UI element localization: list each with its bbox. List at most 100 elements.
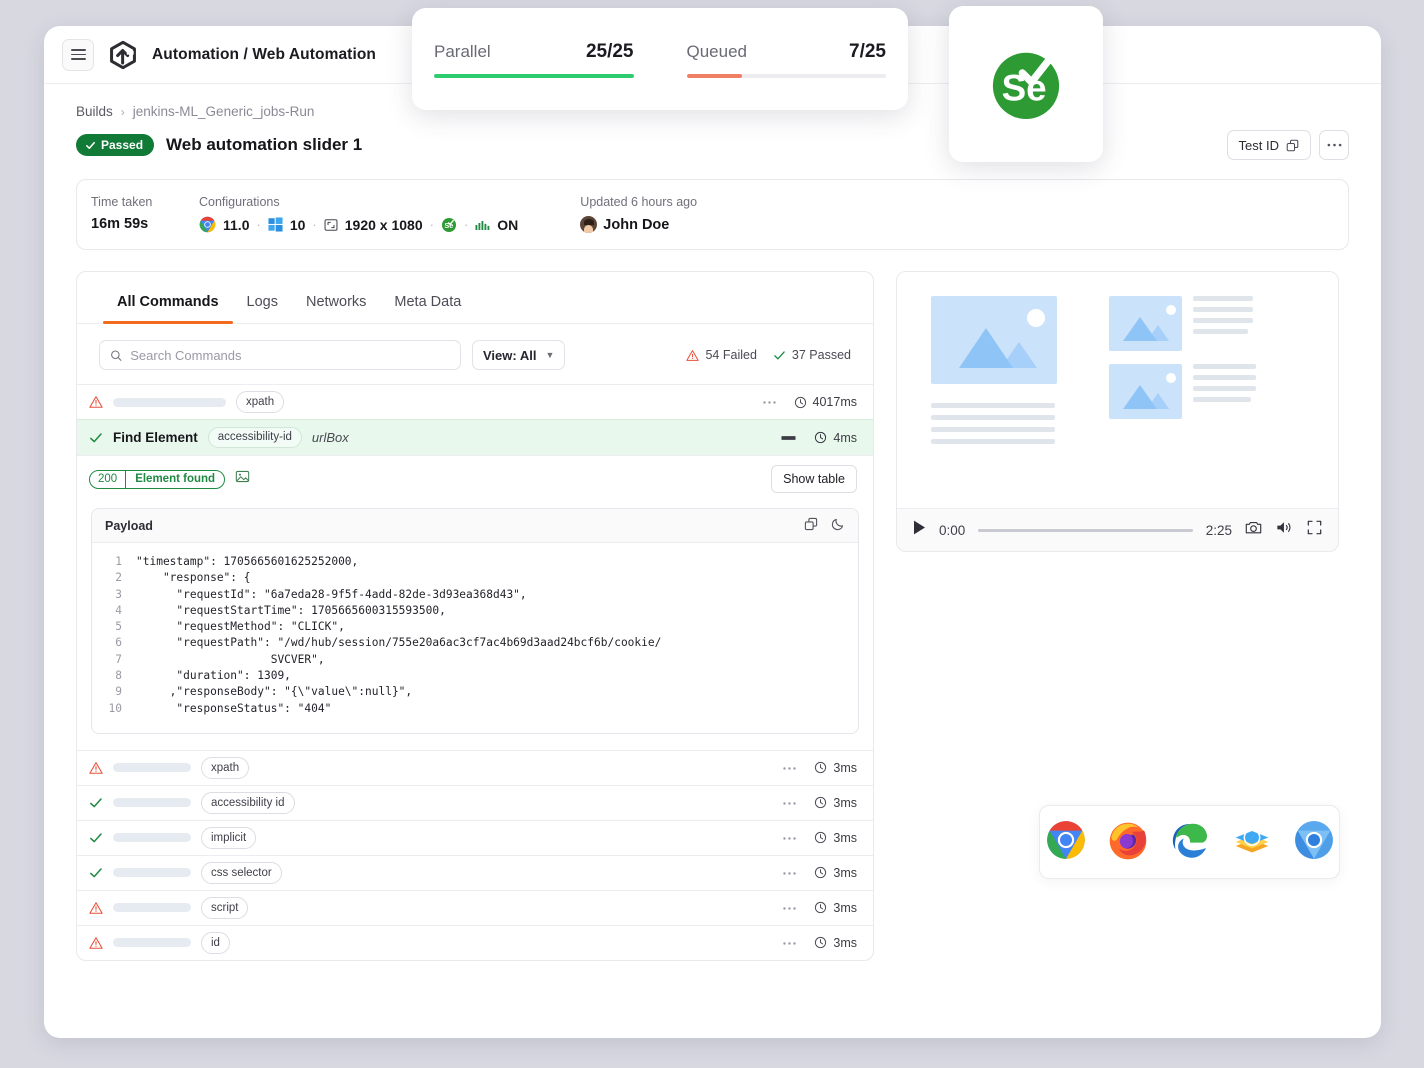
video-panel: 0:00 2:25: [896, 271, 1339, 552]
placeholder-image-small: [1109, 296, 1182, 351]
configurations-label: Configurations: [199, 195, 518, 209]
screen-root: Automation / Web Automation Builds › jen…: [0, 0, 1424, 1068]
line-number: 3: [92, 587, 136, 603]
payload-section: Payload: [77, 502, 873, 750]
search-commands-box[interactable]: [99, 340, 461, 370]
copy-icon: [1286, 139, 1299, 152]
placeholder-image-large: [931, 296, 1057, 384]
windows-icon: [268, 217, 283, 232]
preview-right-column: [1109, 296, 1256, 444]
command-name-placeholder: [113, 868, 191, 877]
updated-label: Updated 6 hours ago: [580, 195, 697, 209]
code-text: ,"responseBody": "{\"value\":null}",: [136, 684, 412, 700]
code-text: "response": {: [136, 570, 251, 586]
row-duration: 3ms: [814, 901, 857, 915]
placeholder-text-line: [931, 427, 1055, 432]
failed-count-label: 54 Failed: [705, 348, 756, 362]
check-icon: [89, 831, 103, 845]
command-name-placeholder: [113, 938, 191, 947]
test-id-button[interactable]: Test ID: [1227, 130, 1311, 160]
table-row[interactable]: script 3ms: [77, 890, 873, 925]
payload-code: 1"timestamp": 1705665601625252000, 2 "re…: [92, 543, 858, 733]
clock-icon: [814, 866, 827, 879]
locator-chip: xpath: [201, 757, 249, 778]
config-chrome-version: 11.0: [223, 217, 249, 233]
row-more-icon[interactable]: [783, 941, 796, 945]
line-number: 1: [92, 554, 136, 570]
tab-all-commands[interactable]: All Commands: [103, 284, 233, 323]
placeholder-text-block: [1193, 364, 1256, 402]
config-separator: ·: [256, 217, 260, 232]
table-row[interactable]: accessibility id3ms: [77, 785, 873, 820]
commands-panel: All Commands Logs Networks Meta Data: [76, 271, 874, 961]
hamburger-menu-icon[interactable]: [62, 39, 94, 71]
title-actions: Test ID: [1227, 130, 1349, 160]
table-row[interactable]: implicit3ms: [77, 820, 873, 855]
row-more-icon[interactable]: [783, 801, 796, 805]
line-number: 7: [92, 652, 136, 668]
fullscreen-icon[interactable]: [1307, 520, 1322, 540]
locator-chip: css selector: [201, 862, 282, 883]
selenium-logo-card: Se: [949, 6, 1103, 162]
warning-icon: [89, 936, 103, 950]
tab-meta-data[interactable]: Meta Data: [380, 284, 475, 323]
locator-chip: script: [201, 897, 248, 918]
video-preview[interactable]: [897, 272, 1338, 508]
row-actions: 3ms: [783, 901, 857, 915]
row-more-icon[interactable]: [781, 435, 796, 441]
table-row[interactable]: id3ms: [77, 925, 873, 960]
breadcrumb-current[interactable]: jenkins-ML_Generic_jobs-Run: [133, 104, 315, 119]
command-name-placeholder: [113, 833, 191, 842]
config-os-version: 10: [290, 217, 306, 233]
show-table-button[interactable]: Show table: [771, 465, 857, 493]
network-icon: [475, 218, 490, 232]
tab-networks[interactable]: Networks: [292, 284, 380, 323]
screenshot-icon[interactable]: [235, 469, 250, 489]
video-progress-slider[interactable]: [978, 529, 1192, 532]
preview-left-column: [931, 296, 1057, 444]
video-action-icons: [1245, 520, 1322, 540]
breadcrumb-builds[interactable]: Builds: [76, 104, 113, 119]
row-duration: 3ms: [814, 936, 857, 950]
moon-icon[interactable]: [831, 517, 845, 534]
line-number: 5: [92, 619, 136, 635]
volume-icon[interactable]: [1276, 520, 1293, 540]
breadcrumb-separator-icon: ›: [121, 105, 125, 119]
tab-logs[interactable]: Logs: [233, 284, 292, 323]
more-options-button[interactable]: [1319, 130, 1349, 160]
app-window: Automation / Web Automation Builds › jen…: [44, 26, 1381, 1038]
clock-icon: [814, 796, 827, 809]
user-name: John Doe: [603, 217, 669, 233]
view-filter-label: View: All: [483, 348, 536, 363]
payload-header: Payload: [92, 509, 858, 543]
row-more-icon[interactable]: [783, 871, 796, 875]
commands-toolbar: View: All ▼ 54 Failed: [77, 324, 873, 384]
payload-title: Payload: [105, 519, 153, 533]
duration-label: 4017ms: [813, 395, 857, 409]
camera-icon[interactable]: [1245, 520, 1262, 540]
chevron-down-icon: ▼: [545, 350, 554, 360]
duration-label: 3ms: [833, 831, 857, 845]
table-row[interactable]: xpath 4017ms: [77, 384, 873, 419]
copy-icon[interactable]: [804, 517, 818, 534]
video-controls: 0:00 2:25: [897, 508, 1338, 551]
test-title-row: Passed Web automation slider 1 Test ID: [76, 130, 1349, 160]
row-more-icon[interactable]: [783, 766, 796, 770]
play-icon[interactable]: [913, 520, 926, 540]
stat-parallel-track: [434, 74, 634, 78]
row-more-icon[interactable]: [783, 906, 796, 910]
stat-queued-label: Queued: [687, 42, 748, 62]
search-input[interactable]: [130, 348, 450, 363]
table-row[interactable]: css selector3ms: [77, 855, 873, 890]
table-row[interactable]: Find Element accessibility-id urlBox: [77, 419, 873, 455]
row-more-icon[interactable]: [763, 400, 776, 404]
duration-label: 4ms: [833, 431, 857, 445]
stat-parallel-label: Parallel: [434, 42, 491, 62]
code-text: "requestMethod": "CLICK",: [136, 619, 345, 635]
row-more-icon[interactable]: [783, 836, 796, 840]
view-filter-select[interactable]: View: All ▼: [472, 340, 565, 370]
selenium-logo-icon: Se: [980, 38, 1072, 130]
table-row[interactable]: xpath3ms: [77, 750, 873, 785]
clock-icon: [794, 396, 807, 409]
config-separator: ·: [312, 217, 316, 232]
